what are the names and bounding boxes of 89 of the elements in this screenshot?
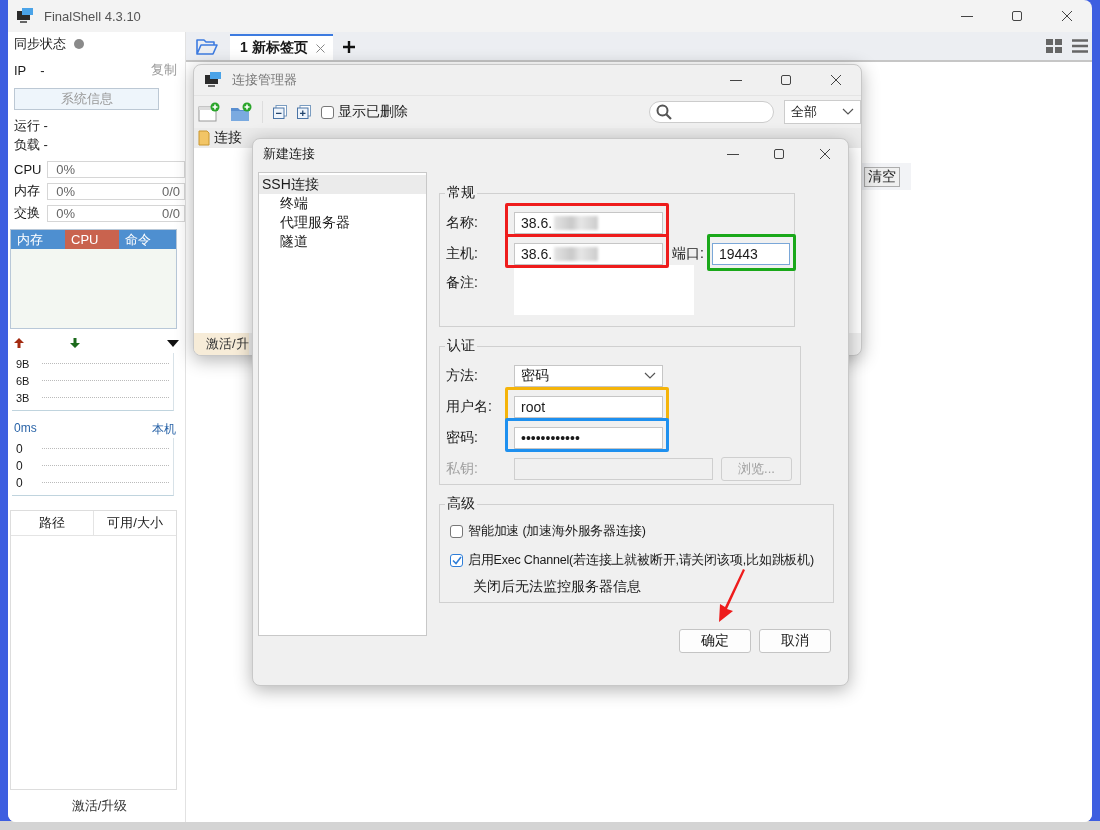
tree-item[interactable]: 终端 [259, 194, 426, 213]
host-label[interactable]: 本机 [152, 421, 176, 438]
tree-item[interactable]: 隧道 [259, 232, 426, 251]
window-title: FinalShell 4.3.10 [44, 8, 141, 24]
new-folder-icon[interactable] [230, 102, 252, 122]
usage-total: 0/0 [161, 183, 180, 199]
folder-icon [198, 130, 210, 146]
dialog-button[interactable]: 取消 [759, 629, 831, 653]
checkbox-label[interactable]: 启用Exec Channel(若连接上就被断开,请关闭该项,比如跳板机) [468, 552, 814, 569]
text-field[interactable]: 38.6. [514, 212, 663, 234]
tree-item[interactable]: 代理服务器 [259, 213, 426, 232]
field-label: 私钥: [446, 460, 479, 478]
axis-label: 6B [16, 374, 31, 387]
search-field[interactable] [649, 101, 774, 123]
meter-label: 交换 [14, 204, 41, 222]
ip-label: IP [14, 62, 27, 78]
search-icon [656, 104, 672, 120]
close-icon[interactable] [1061, 10, 1073, 22]
axis-label: 9B [16, 357, 31, 370]
upload-arrow-icon [14, 338, 24, 348]
axis-label: 0 [16, 475, 24, 490]
field-label: 用户名: [446, 398, 493, 416]
axis-label: 0 [16, 441, 24, 456]
activate-link[interactable]: 激活/升级 [71, 797, 128, 815]
collapse-icon[interactable] [273, 105, 287, 119]
section-title: 高级 [446, 495, 476, 513]
section-title: 常规 [446, 184, 476, 202]
checkbox[interactable] [450, 554, 463, 567]
axis-label: 3B [16, 391, 31, 404]
monitor-icon [204, 72, 222, 88]
filter-dropdown[interactable]: 全部 [784, 100, 861, 124]
tree-item[interactable]: SSH连接 [259, 175, 426, 194]
field-label: 密码: [446, 429, 479, 447]
window-title: 连接管理器 [232, 71, 297, 89]
activate-link[interactable]: 激活/升 [194, 333, 249, 355]
field-label: 名称: [446, 214, 479, 232]
new-connection-icon[interactable] [198, 102, 220, 122]
method-dropdown[interactable]: 密码 [514, 365, 663, 387]
checkbox-label[interactable]: 显示已删除 [338, 103, 408, 121]
load-text: 负载 - [14, 135, 48, 154]
chevron-icon [644, 372, 656, 380]
maximize-icon[interactable] [773, 148, 785, 160]
close-icon[interactable] [819, 148, 831, 160]
dialog-title: 新建连接 [263, 145, 315, 163]
usage-value: 0% [56, 161, 76, 177]
section-title: 认证 [446, 337, 476, 355]
field-label: 方法: [446, 367, 479, 385]
checkbox[interactable] [321, 105, 334, 119]
monitor-icon [16, 8, 34, 24]
dialog-button[interactable]: 确定 [679, 629, 751, 653]
ip-value: - [40, 62, 45, 78]
axis-label: 0 [16, 458, 24, 473]
text-field[interactable]: •••••••••••• [514, 427, 663, 449]
usage-value: 0% [56, 205, 76, 221]
grid-view-icon[interactable] [1046, 39, 1062, 53]
sync-status-label: 同步状态 [14, 35, 66, 53]
expand-icon[interactable] [297, 105, 311, 119]
menu-icon[interactable] [1072, 39, 1088, 53]
field-label: 备注: [446, 274, 479, 292]
status-dot [74, 39, 84, 49]
field-label: 端口: [672, 245, 704, 263]
usage-total: 0/0 [161, 205, 180, 221]
process-tab[interactable]: CPU [65, 230, 119, 249]
clear-button[interactable]: 清空 [864, 166, 900, 187]
close-icon[interactable] [830, 74, 842, 86]
chevron-icon [842, 108, 854, 116]
checkbox-label[interactable]: 智能加速 (加速海外服务器连接) [468, 523, 646, 540]
checkbox[interactable] [450, 525, 463, 538]
folder-icon[interactable] [196, 38, 218, 56]
text-field[interactable]: 38.6. [514, 243, 663, 265]
latency-value: 0ms [14, 421, 37, 437]
text-field[interactable] [514, 458, 713, 480]
add-tab-icon[interactable] [342, 41, 355, 53]
tab[interactable]: 1 新标签页 [230, 34, 333, 60]
uptime-text: 运行 - [14, 116, 48, 135]
dropdown-caret-icon[interactable] [167, 339, 179, 347]
column-header[interactable]: 可用/大小 [93, 511, 176, 535]
maximize-icon[interactable] [780, 74, 792, 86]
text-field[interactable]: 19443 [711, 243, 790, 265]
usage-value: 0% [56, 183, 76, 199]
note-field[interactable] [514, 265, 694, 315]
text-field[interactable]: root [514, 396, 663, 418]
meter-label: 内存 [14, 182, 41, 200]
column-header[interactable]: 路径 [11, 511, 93, 535]
hint-text: 关闭后无法监控服务器信息 [473, 578, 641, 596]
download-arrow-icon [70, 338, 80, 348]
meter-label: CPU [14, 161, 43, 177]
field-label: 主机: [446, 245, 479, 263]
maximize-icon[interactable] [1011, 10, 1023, 22]
